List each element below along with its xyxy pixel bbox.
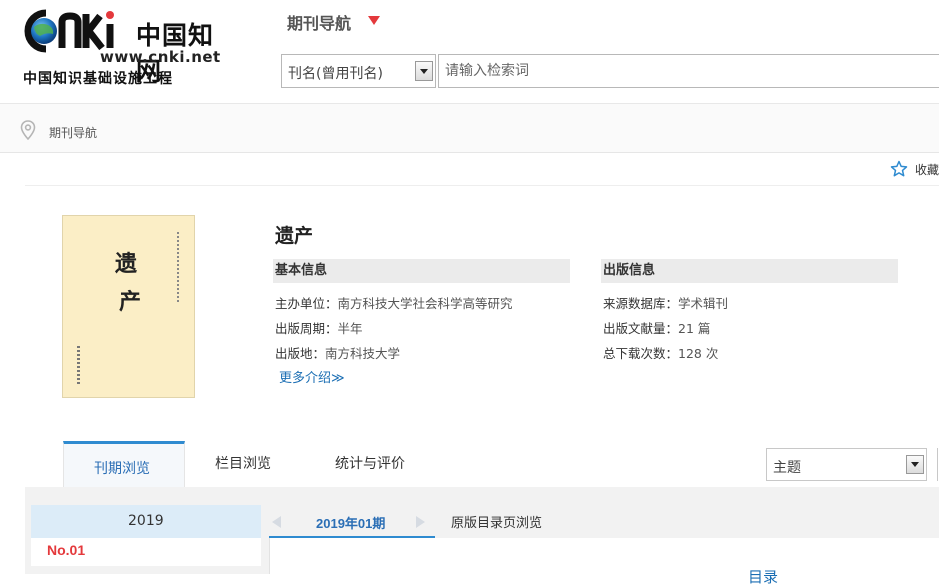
- current-issue-underline: [269, 536, 435, 538]
- topic-select-value: 主题: [773, 460, 801, 476]
- info-label: 出版文献量：: [603, 321, 679, 336]
- issue-item[interactable]: No.01: [47, 542, 85, 558]
- journal-cover[interactable]: 遗 产: [62, 215, 195, 398]
- dropdown-arrow-icon[interactable]: [906, 455, 924, 474]
- tab-label: 刊期浏览: [94, 461, 150, 477]
- year-item[interactable]: 2019: [31, 505, 261, 538]
- info-row: 总下载次数：128 次: [603, 343, 718, 362]
- cover-publisher-text: [77, 346, 80, 386]
- cnki-logo[interactable]: 中国知网 www.cnki.net 中国知识基础设施工程: [20, 8, 225, 87]
- basic-info-heading: 基本信息: [273, 259, 570, 283]
- info-label: 主办单位：: [275, 296, 338, 311]
- cover-vertical-text: [177, 232, 179, 302]
- info-label: 出版周期：: [275, 321, 338, 336]
- info-value: 学术辑刊: [678, 296, 729, 311]
- tab-issue-browse[interactable]: 刊期浏览: [63, 441, 185, 487]
- caret-down-icon[interactable]: [368, 16, 380, 25]
- info-value: 21 篇: [678, 321, 711, 336]
- issue-content-area: [269, 538, 939, 574]
- next-issue-arrow-icon[interactable]: [416, 516, 425, 528]
- topic-select[interactable]: 主题: [766, 448, 927, 481]
- prev-issue-arrow-icon[interactable]: [272, 516, 281, 528]
- info-label: 出版地：: [275, 346, 326, 361]
- year-label: 2019: [128, 513, 164, 529]
- cover-title-char: 遗: [115, 251, 138, 277]
- info-value: 128 次: [678, 346, 719, 361]
- search-input[interactable]: [438, 54, 939, 88]
- current-issue-tab[interactable]: 2019年01期: [316, 513, 385, 532]
- pub-info-heading: 出版信息: [601, 259, 898, 283]
- info-row: 主办单位：南方科技大学社会科学高等研究: [275, 293, 513, 312]
- brand-tagline: 中国知识基础设施工程: [23, 71, 173, 87]
- journal-title: 遗产: [275, 225, 314, 247]
- info-label: 总下载次数：: [603, 346, 679, 361]
- tab-stats-eval[interactable]: 统计与评价: [335, 453, 405, 473]
- journal-nav-menu[interactable]: 期刊导航: [287, 10, 351, 34]
- info-row: 出版地：南方科技大学: [275, 343, 400, 362]
- star-icon[interactable]: [890, 160, 908, 178]
- info-value: 半年: [337, 321, 363, 336]
- info-value: 南方科技大学: [325, 346, 401, 361]
- cover-title-char: 产: [119, 289, 142, 315]
- info-label: 来源数据库：: [603, 296, 679, 311]
- more-intro-link[interactable]: 更多介绍≫: [279, 367, 345, 386]
- info-row: 出版文献量：21 篇: [603, 318, 710, 337]
- brand-url: www.cnki.net: [100, 48, 221, 66]
- info-value: 南方科技大学社会科学高等研究: [337, 296, 513, 311]
- search-field-select[interactable]: 刊名(曾用刊名): [281, 54, 436, 88]
- favorite-button[interactable]: 收藏: [915, 161, 939, 178]
- divider: [25, 185, 939, 186]
- original-toc-browse-tab[interactable]: 原版目录页浏览: [451, 512, 542, 531]
- toc-heading: 目录: [748, 568, 779, 586]
- breadcrumb-item[interactable]: 期刊导航: [49, 124, 97, 141]
- location-pin-icon: [20, 120, 36, 140]
- tab-column-browse[interactable]: 栏目浏览: [215, 453, 271, 473]
- breadcrumb: [0, 103, 939, 153]
- dropdown-arrow-icon[interactable]: [415, 61, 433, 81]
- info-row: 来源数据库：学术辑刊: [603, 293, 728, 312]
- info-row: 出版周期：半年: [275, 318, 363, 337]
- search-field-value: 刊名(曾用刊名): [288, 66, 383, 82]
